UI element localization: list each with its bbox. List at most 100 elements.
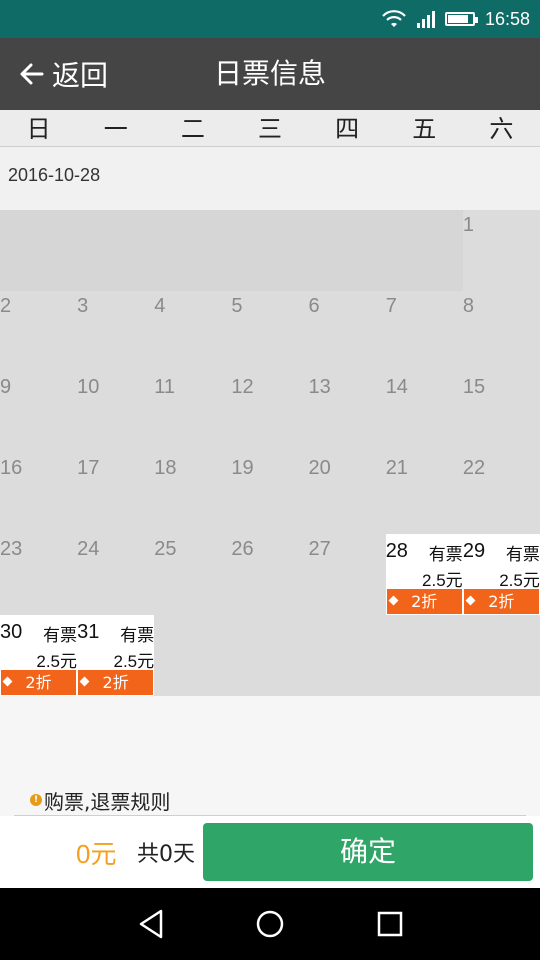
weekday-fri: 五 xyxy=(412,115,437,143)
calendar-day-available[interactable]: 29 有票 2.5元 2折 xyxy=(462,534,540,615)
weekday-sat: 六 xyxy=(489,115,514,143)
day-number: 6 xyxy=(308,295,320,317)
discount-tag: 2折 xyxy=(463,589,539,614)
calendar-day[interactable]: 23 xyxy=(0,534,77,615)
wifi-icon xyxy=(382,10,406,27)
ticket-stock: 有票 xyxy=(120,626,155,646)
weekday-thu: 四 xyxy=(335,115,360,143)
weekday-sun: 日 xyxy=(26,115,51,143)
ticket-stock: 有票 xyxy=(505,545,540,565)
day-number: 29 xyxy=(462,540,486,562)
discount-tag: 2折 xyxy=(1,670,76,695)
calendar-day[interactable]: 15 xyxy=(463,372,540,453)
calendar-day[interactable]: 3 xyxy=(77,291,154,372)
day-number: 11 xyxy=(154,376,176,398)
day-number: 2 xyxy=(0,295,12,317)
day-number: 20 xyxy=(308,457,331,479)
arrow-left-icon xyxy=(20,63,44,85)
calendar-day[interactable]: 14 xyxy=(386,372,463,453)
calendar-day[interactable]: 5 xyxy=(231,291,308,372)
calendar-day[interactable]: 8 xyxy=(463,291,540,372)
day-number: 12 xyxy=(231,376,254,398)
day-number: 1 xyxy=(462,214,474,236)
calendar-day[interactable]: 21 xyxy=(386,453,463,534)
bottom-bar: 0元 共0天 确定 xyxy=(0,816,540,888)
day-number: 28 xyxy=(385,540,408,562)
confirm-button[interactable]: 确定 xyxy=(203,823,533,881)
ticket-stock: 有票 xyxy=(428,545,463,565)
ticket-stock: 有票 xyxy=(43,626,77,646)
day-number: 8 xyxy=(462,295,474,317)
day-number: 25 xyxy=(154,538,177,560)
day-number: 5 xyxy=(231,295,243,317)
calendar-day[interactable]: 19 xyxy=(231,453,308,534)
day-number: 13 xyxy=(308,376,331,398)
calendar-day-available[interactable]: 31 有票 2.5元 2折 xyxy=(77,615,155,696)
system-nav-bar xyxy=(0,888,540,960)
calendar-day[interactable]: 22 xyxy=(463,453,540,534)
day-number: 27 xyxy=(308,538,331,560)
calendar-day[interactable]: 20 xyxy=(309,453,386,534)
ticket-rules-link[interactable]: ! 购票,退票规则 xyxy=(30,786,170,814)
calendar-day[interactable]: 2 xyxy=(0,291,77,372)
total-price: 0元 xyxy=(76,839,117,869)
total-days: 共0天 xyxy=(137,842,195,867)
battery-icon xyxy=(444,12,478,26)
calendar-day[interactable]: 1 xyxy=(462,210,540,291)
weekday-tue: 二 xyxy=(180,115,205,143)
calendar-day[interactable]: 7 xyxy=(386,291,463,372)
day-number: 22 xyxy=(462,457,486,479)
calendar-day-available[interactable]: 30 有票 2.5元 2折 xyxy=(0,615,77,696)
day-number: 31 xyxy=(77,621,100,643)
calendar-day-available[interactable]: 28 有票 2.5元 2折 xyxy=(385,534,463,615)
calendar-day[interactable]: 26 xyxy=(231,534,308,615)
day-number: 21 xyxy=(385,457,408,479)
discount-tag: 2折 xyxy=(386,589,462,614)
weekday-wed: 三 xyxy=(257,115,282,143)
day-number: 3 xyxy=(77,295,89,317)
month-label: 2016-10-28 xyxy=(8,165,101,185)
status-icons: 16:58 xyxy=(381,0,530,38)
day-number: 4 xyxy=(154,295,166,317)
ticket-price: 2.5元 xyxy=(113,652,155,671)
calendar-day[interactable]: 4 xyxy=(154,291,231,372)
calendar-day[interactable]: 16 xyxy=(0,453,77,534)
calendar-day[interactable]: 6 xyxy=(309,291,386,372)
ticket-price: 2.5元 xyxy=(36,652,77,671)
day-number: 17 xyxy=(77,457,100,479)
calendar-day[interactable]: 17 xyxy=(77,453,154,534)
calendar-day[interactable]: 25 xyxy=(154,534,231,615)
day-number: 10 xyxy=(77,376,100,398)
info-icon: ! xyxy=(30,794,42,806)
day-number: 24 xyxy=(77,538,100,560)
calendar-day[interactable]: 11 xyxy=(154,372,231,453)
cell-signal-icon xyxy=(416,10,435,28)
nav-home-icon[interactable] xyxy=(252,906,288,942)
day-number: 30 xyxy=(0,621,23,643)
calendar-day[interactable]: 18 xyxy=(154,453,231,534)
nav-back-icon[interactable] xyxy=(133,906,169,942)
day-number: 7 xyxy=(385,295,397,317)
day-number: 23 xyxy=(0,538,23,560)
calendar-day[interactable]: 12 xyxy=(231,372,308,453)
ticket-price: 2.5元 xyxy=(499,571,540,590)
weekday-header: 日 一 二 三 四 五 六 xyxy=(0,110,540,147)
calendar-day[interactable]: 24 xyxy=(77,534,154,615)
day-number: 19 xyxy=(231,457,254,479)
calendar-day[interactable]: 13 xyxy=(309,372,386,453)
calendar-day[interactable]: 10 xyxy=(77,372,154,453)
day-number: 14 xyxy=(385,376,408,398)
status-time: 16:58 xyxy=(484,8,530,29)
back-button[interactable]: 返回 xyxy=(18,38,108,110)
calendar-day[interactable]: 9 xyxy=(0,372,77,453)
calendar-day[interactable]: 27 xyxy=(309,534,386,615)
ticket-rules-label: 购票,退票规则 xyxy=(44,789,171,814)
day-number: 9 xyxy=(0,376,12,398)
day-number: 26 xyxy=(231,538,254,560)
status-bar: 16:58 xyxy=(0,0,540,38)
calendar-empty-cell xyxy=(0,210,463,291)
nav-recents-icon[interactable] xyxy=(372,906,408,942)
day-number: 16 xyxy=(0,457,23,479)
day-number: 15 xyxy=(462,376,486,398)
title-bar: 日票信息 返回 xyxy=(0,38,540,110)
